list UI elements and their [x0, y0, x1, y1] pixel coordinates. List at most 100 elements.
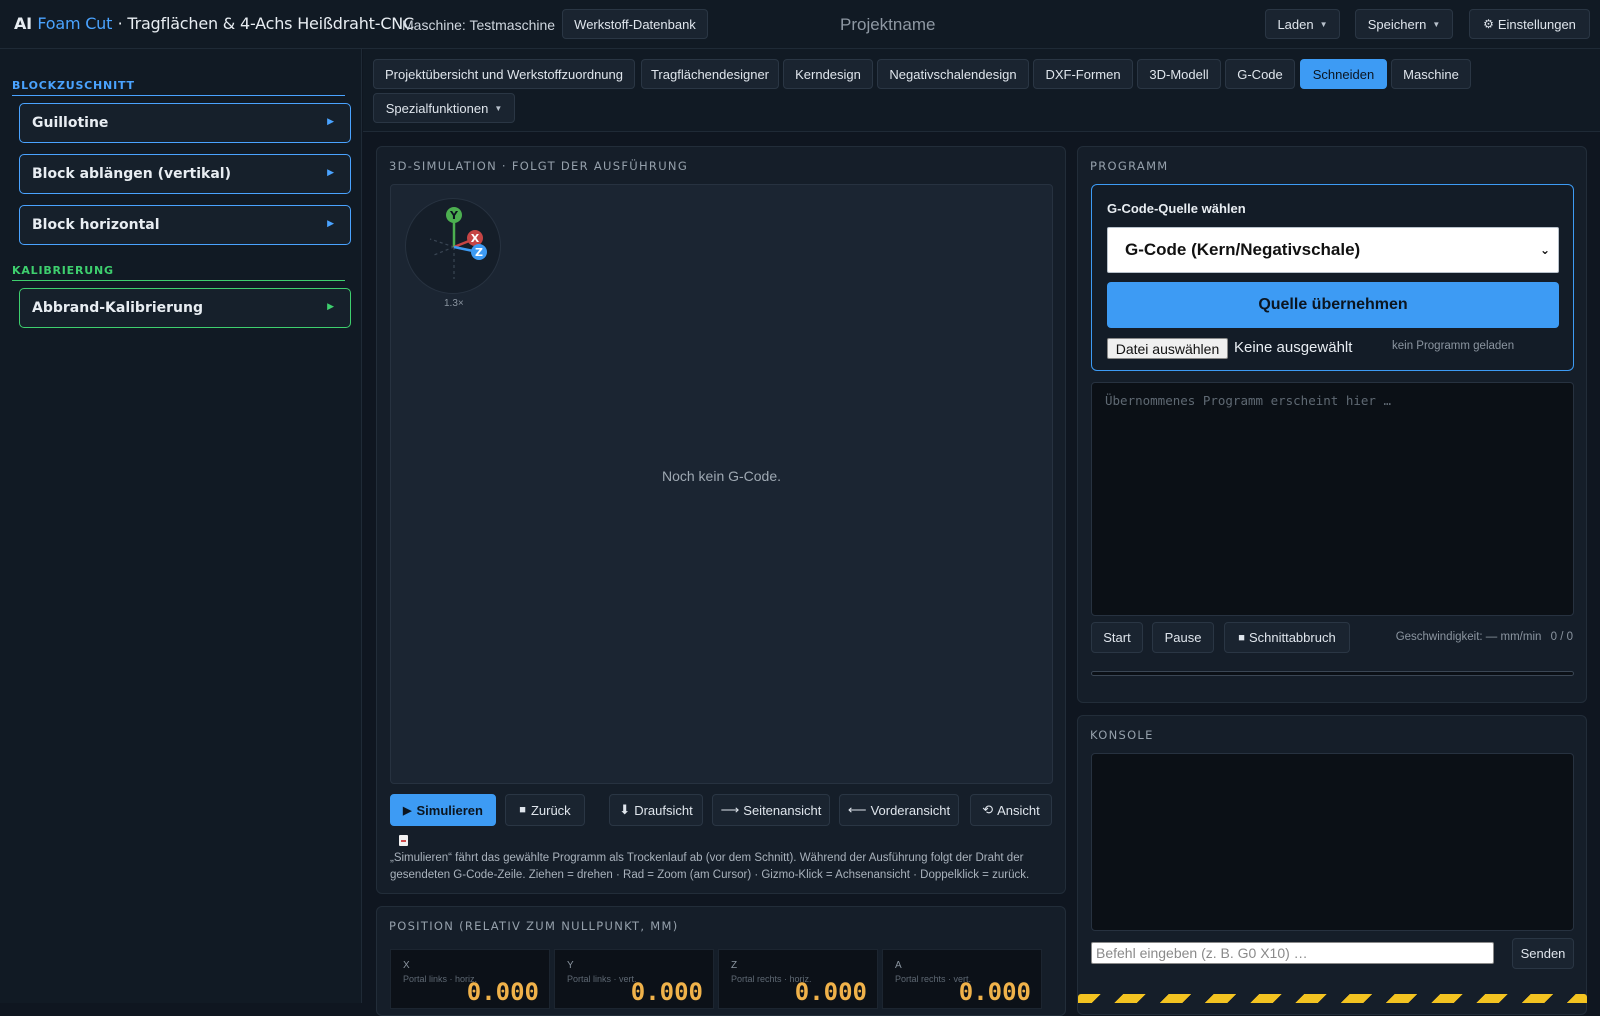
- position-y: Y Portal links · vert. 0.000: [554, 949, 714, 1009]
- command-input[interactable]: Befehl eingeben (z. B. G0 X10) …: [1091, 942, 1494, 964]
- console-title: KONSOLE: [1090, 728, 1154, 742]
- sidebar-section-title-kalibrierung: KALIBRIERUNG: [12, 264, 114, 277]
- settings-button-label: Einstellungen: [1497, 16, 1576, 32]
- apply-source-button[interactable]: Quelle übernehmen: [1107, 282, 1559, 328]
- rotate-icon: ⟲: [982, 802, 994, 817]
- sidebar-section-title-blockzuschnitt: BLOCKZUSCHNITT: [12, 79, 135, 92]
- chevron-right-icon: ▶: [327, 219, 334, 229]
- chevron-right-icon: ▶: [327, 302, 334, 312]
- start-button[interactable]: Start: [1091, 622, 1143, 653]
- settings-button[interactable]: ⚙ Einstellungen: [1469, 9, 1590, 39]
- send-button[interactable]: Senden: [1512, 938, 1574, 969]
- console-output: [1091, 753, 1574, 931]
- axis-label: A: [895, 960, 902, 971]
- axis-label: X: [403, 960, 410, 971]
- sidebar-item-abbrand-kalibrierung[interactable]: Abbrand-Kalibrierung ▶: [19, 288, 351, 328]
- gcode-source-select[interactable]: G-Code (Kern/Negativschale) ⌄: [1107, 227, 1559, 273]
- caret-down-icon: ▼: [494, 103, 503, 113]
- app-title: AI Foam Cut · Tragflächen & 4-Achs Heißd…: [14, 14, 414, 33]
- axis-label: Z: [731, 960, 738, 971]
- sidebar-item-block-horizontal[interactable]: Block horizontal ▶: [19, 205, 351, 245]
- arrow-right-icon: ⟶: [720, 802, 740, 817]
- pause-button[interactable]: Pause: [1152, 622, 1214, 653]
- front-view-button[interactable]: ⟵ Vorderansicht: [839, 794, 959, 826]
- position-z: Z Portal rechts · horiz. 0.000: [718, 949, 878, 1009]
- tab-tragflaechendesigner[interactable]: Tragflächendesigner: [641, 59, 779, 89]
- divider: [12, 95, 345, 96]
- arrow-down-icon: ⬇: [619, 802, 631, 817]
- load-button[interactable]: Laden ▼: [1265, 9, 1340, 39]
- stop-icon: ■: [519, 804, 526, 816]
- tab-negativschalendesign[interactable]: Negativschalendesign: [877, 59, 1029, 89]
- material-db-button[interactable]: Werkstoff-Datenbank: [562, 9, 708, 39]
- choose-file-button[interactable]: Datei auswählen: [1107, 338, 1228, 359]
- caret-down-icon: ▼: [1319, 19, 1328, 29]
- help-text: „Simulieren“ fährt das gewählte Programm…: [390, 852, 1030, 881]
- axis-desc: Portal links · vert.: [567, 974, 637, 984]
- sidebar-item-guillotine[interactable]: Guillotine ▶: [19, 103, 351, 143]
- sidebar-item-label: Abbrand-Kalibrierung: [32, 300, 204, 316]
- gizmo-z-label: Z: [475, 246, 483, 259]
- side-view-label: Seitenansicht: [743, 802, 822, 818]
- project-name[interactable]: Projektname: [840, 15, 935, 35]
- back-button[interactable]: ■ Zurück: [505, 794, 585, 826]
- top-bar: AI Foam Cut · Tragflächen & 4-Achs Heißd…: [0, 0, 1600, 49]
- load-button-label: Laden: [1277, 16, 1314, 32]
- save-button[interactable]: Speichern ▼: [1355, 9, 1453, 39]
- axis-value: 0.000: [794, 978, 867, 1006]
- position-x: X Portal links · horiz. 0.000: [390, 949, 550, 1009]
- tab-kerndesign[interactable]: Kerndesign: [783, 59, 873, 89]
- top-view-button[interactable]: ⬇ Draufsicht: [609, 794, 703, 826]
- play-icon: ▶: [403, 804, 412, 817]
- chevron-right-icon: ▶: [327, 117, 334, 127]
- gcode-source-box: G-Code-Quelle wählen G-Code (Kern/Negati…: [1091, 184, 1574, 371]
- abort-cut-button[interactable]: ■ Schnittabbruch: [1224, 622, 1350, 653]
- axis-value: 0.000: [958, 978, 1031, 1006]
- hazard-stripe: [1078, 994, 1587, 1003]
- tab-bar: Projektübersicht und Werkstoffzuordnung …: [363, 49, 1600, 132]
- tab-projektuebersicht[interactable]: Projektübersicht und Werkstoffzuordnung: [373, 59, 635, 89]
- axis-gizmo[interactable]: Y X Z: [405, 198, 501, 294]
- tab-dxf-formen[interactable]: DXF-Formen: [1033, 59, 1133, 89]
- file-status: Keine ausgewählt: [1234, 339, 1353, 356]
- program-status: kein Programm geladen: [1392, 340, 1515, 352]
- file-icon: [399, 835, 408, 846]
- simulate-button[interactable]: ▶ Simulieren: [390, 794, 496, 826]
- sidebar-item-label: Block ablängen (vertikal): [32, 166, 231, 182]
- top-view-label: Draufsicht: [634, 802, 693, 818]
- reset-view-label: Ansicht: [997, 802, 1040, 818]
- abort-label: Schnittabbruch: [1248, 630, 1336, 645]
- axis-label: Y: [567, 960, 574, 971]
- caret-down-icon: ▼: [1432, 19, 1441, 29]
- tab-label: Spezialfunktionen: [385, 100, 489, 116]
- gizmo-y-label: Y: [449, 209, 459, 222]
- tab-spezialfunktionen[interactable]: Spezialfunktionen ▼: [373, 93, 515, 123]
- tab-maschine[interactable]: Maschine: [1391, 59, 1471, 89]
- tab-g-code[interactable]: G-Code: [1225, 59, 1295, 89]
- position-panel: POSITION (RELATIV ZUM NULLPUNKT, MM) X P…: [376, 906, 1066, 1016]
- position-title: POSITION (RELATIV ZUM NULLPUNKT, MM): [389, 919, 679, 933]
- simulation-viewport[interactable]: Y X Z 1.3× Noch kein G-Code.: [390, 184, 1053, 784]
- arrow-left-icon: ⟵: [847, 802, 867, 817]
- brand-subtitle: · Tragflächen & 4-Achs Heißdraht-CNC: [117, 14, 415, 33]
- side-view-button[interactable]: ⟶ Seitenansicht: [712, 794, 830, 826]
- tab-3d-modell[interactable]: 3D-Modell: [1137, 59, 1221, 89]
- chevron-down-icon: ⌄: [1539, 243, 1550, 257]
- chevron-right-icon: ▶: [327, 168, 334, 178]
- simulate-label: Simulieren: [416, 802, 483, 818]
- speed-text: Geschwindigkeit: — mm/min: [1395, 631, 1542, 643]
- sidebar-item-label: Guillotine: [32, 115, 109, 131]
- console-panel: KONSOLE Befehl eingeben (z. B. G0 X10) ……: [1077, 715, 1587, 1015]
- position-a: A Portal rechts · vert. 0.000: [882, 949, 1042, 1009]
- tab-schneiden[interactable]: Schneiden: [1300, 59, 1387, 89]
- reset-view-button[interactable]: ⟲ Ansicht: [970, 794, 1052, 826]
- zoom-level: 1.3×: [444, 298, 464, 309]
- axis-value: 0.000: [466, 978, 539, 1006]
- program-panel: PROGRAMM G-Code-Quelle wählen G-Code (Ke…: [1077, 146, 1587, 703]
- brand-ai: AI: [14, 14, 32, 33]
- program-title: PROGRAMM: [1090, 159, 1169, 173]
- stop-icon: ■: [1238, 631, 1245, 644]
- program-textarea[interactable]: Übernommenes Programm erscheint hier …: [1091, 382, 1574, 616]
- front-view-label: Vorderansicht: [870, 802, 951, 818]
- sidebar-item-block-ablaengen[interactable]: Block ablängen (vertikal) ▶: [19, 154, 351, 194]
